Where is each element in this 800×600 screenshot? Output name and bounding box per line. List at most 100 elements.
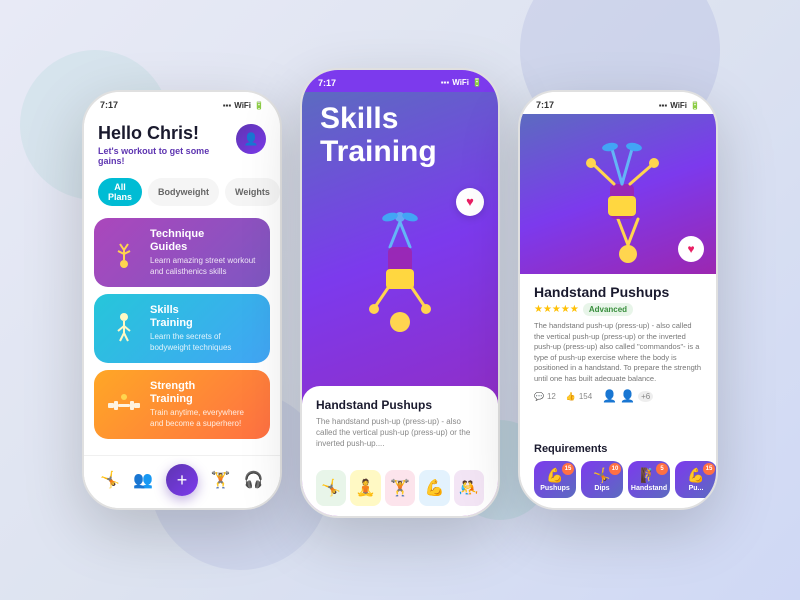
greeting-block: Hello Chris! Let's workout to get some g… [98,124,236,166]
greeting-sub: Let's workout to get some gains! [98,146,236,166]
phone2-title-block: Skills Training [302,92,498,168]
rating-row: ★★★★★ Advanced [534,303,702,316]
filter-tabs: All Plans Bodyweight Weights [84,172,280,212]
phone2-title: Skills Training [320,102,480,168]
requirements-title: Requirements [534,443,702,455]
avatars-item: 👤 👤 +6 [602,389,653,403]
phone1-header: Hello Chris! Let's workout to get some g… [84,114,280,172]
p2-signal-icon: ▪▪▪ [441,78,450,87]
req-pu-label: Pu... [689,485,704,493]
phone3-body: ♥ Handstand Pushups ★★★★★ Advanced The h… [520,114,716,508]
strength-text: StrengthTraining Train anytime, everywhe… [150,380,258,429]
thumb-1[interactable]: 🤸 [316,470,346,506]
skills-text: SkillsTraining Learn the secrets of body… [150,304,258,353]
heart-button-3[interactable]: ♥ [678,236,704,262]
avatar-1: 👤 [602,389,617,403]
avatar-more: +6 [638,391,653,402]
req-pu[interactable]: 💪 Pu... 15 [675,461,716,498]
req-pushups[interactable]: 💪 Pushups 15 [534,461,576,498]
req-dips-label: Dips [594,485,609,493]
technique-title: TechniqueGuides [150,228,258,254]
skills-desc: Learn the secrets of bodyweight techniqu… [150,332,258,353]
req-dips-icon: 🤸 [593,468,610,483]
star-rating: ★★★★★ [534,304,579,315]
thumb-4[interactable]: 💪 [419,470,449,506]
header-row: Hello Chris! Let's workout to get some g… [98,124,266,166]
filter-weights[interactable]: Weights [225,178,280,206]
filter-bodyweight[interactable]: Bodyweight [148,178,219,206]
technique-desc: Learn amazing street workout and calisth… [150,256,258,277]
user-avatar[interactable]: 👤 [236,124,266,154]
p2-battery-icon: 🔋 [472,78,482,87]
likes-count: 154 [579,392,592,401]
phone2-athlete-svg [330,197,470,357]
strength-icon [106,387,142,423]
battery-icon: 🔋 [254,101,264,110]
req-dips-num: 10 [609,463,621,475]
skills-icon [106,311,142,347]
phone1-time: 7:17 [100,100,118,110]
signal-icon: ▪▪▪ [223,101,232,110]
nav-add-button[interactable]: + [166,464,198,496]
requirements-section: Requirements 💪 Pushups 15 🤸 Dips [520,443,716,508]
greeting-title: Hello Chris! [98,124,236,144]
p3-wifi-icon: WiFi [670,101,687,110]
req-handstand-icon: 🧗 [640,468,657,483]
phone3-notch [583,92,653,112]
req-handstand-num: 5 [656,463,668,475]
workout-cards-list: TechniqueGuides Learn amazing street wor… [84,212,280,455]
phone3-time: 7:17 [536,100,554,110]
nav-people-icon[interactable]: 👥 [133,470,153,490]
nav-headphones-icon[interactable]: 🎧 [244,470,264,490]
technique-icon [106,234,142,270]
phone2-notch [365,70,435,90]
skills-training-card[interactable]: SkillsTraining Learn the secrets of body… [94,294,270,363]
comments-count: 12 [547,392,556,401]
technique-guides-card[interactable]: TechniqueGuides Learn amazing street wor… [94,218,270,287]
req-pu-num: 15 [703,463,715,475]
interaction-row: 💬 12 👍 154 👤 👤 +6 [534,389,702,403]
phone3-details: Handstand Pushups ★★★★★ Advanced The han… [520,274,716,443]
comments-item: 💬 12 [534,392,556,401]
level-badge: Advanced [583,303,633,316]
phone2-thumbnails: 🤸 🧘 🏋️ 💪 🤼 [302,462,498,516]
strength-title: StrengthTraining [150,380,258,406]
req-pushups-icon: 💪 [546,468,563,483]
filter-all-plans[interactable]: All Plans [98,178,142,206]
p2-wifi-icon: WiFi [452,78,469,87]
thumb-3[interactable]: 🏋️ [385,470,415,506]
req-pushups-num: 15 [562,463,574,475]
req-dips[interactable]: 🤸 Dips 10 [581,461,623,498]
requirements-list: 💪 Pushups 15 🤸 Dips 10 [534,461,702,498]
phone3-hero: ♥ [520,114,716,274]
heart-button-2[interactable]: ♥ [456,188,484,216]
phone2-hero: ♥ [302,168,498,386]
phone3-exercise-name: Handstand Pushups [534,284,702,300]
req-pushups-label: Pushups [540,485,570,493]
phone1-notch [147,92,217,112]
phone3-desc: The handstand push-up (press-up) - also … [534,321,702,381]
likes-item: 👍 154 [566,392,592,401]
phone2-status-icons: ▪▪▪ WiFi 🔋 [441,78,482,87]
avatar-2: 👤 [620,389,635,403]
phone2-body: Skills Training [302,92,498,516]
p3-battery-icon: 🔋 [690,101,700,110]
thumb-5[interactable]: 🤼 [454,470,484,506]
thumb-2[interactable]: 🧘 [350,470,380,506]
phone3-hero-svg [538,119,698,274]
req-handstand[interactable]: 🧗 Handstand 5 [628,461,670,498]
req-handstand-label: Handstand [631,485,667,493]
p3-signal-icon: ▪▪▪ [659,101,668,110]
phone2-exercise-name: Handstand Pushups [316,398,484,412]
phone1-body: Hello Chris! Let's workout to get some g… [84,114,280,508]
strength-training-card[interactable]: StrengthTraining Train anytime, everywhe… [94,370,270,439]
technique-text: TechniqueGuides Learn amazing street wor… [150,228,258,277]
comment-icon: 💬 [534,392,544,401]
nav-gymnastics-icon[interactable]: 🤸 [100,470,120,490]
nav-dumbbell-icon[interactable]: 🏋️ [211,470,231,490]
wifi-icon: WiFi [234,101,251,110]
phone2-time: 7:17 [318,78,336,88]
phone2-exercise-desc: The handstand push-up (press-up) - also … [316,416,484,450]
phone1-status-icons: ▪▪▪ WiFi 🔋 [223,101,264,110]
skills-title: SkillsTraining [150,304,258,330]
